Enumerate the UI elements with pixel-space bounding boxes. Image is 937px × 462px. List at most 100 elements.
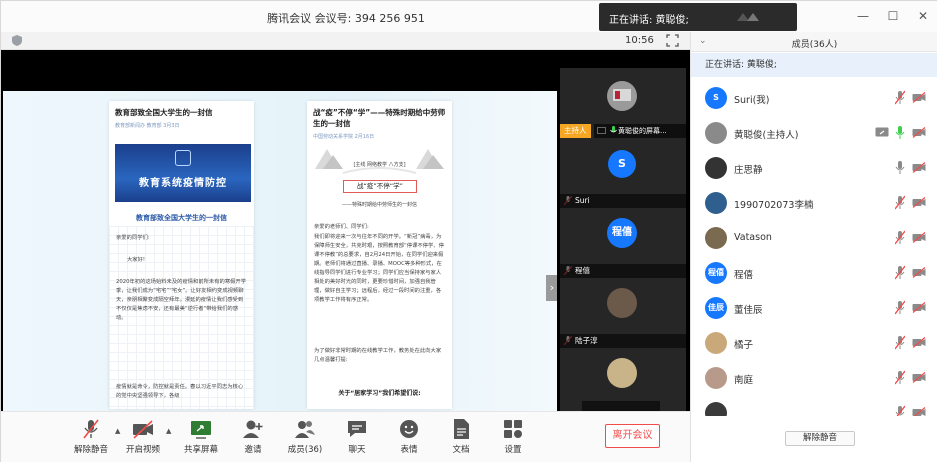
member-row[interactable]: 橘子 [691,326,937,360]
doc1-paragraph-1: 2020年初的这场始料未及的疫情和前所未有的寒假开学季，让我们成为“宅宅”“宅女… [116,279,247,321]
window-controls: — ☐ ✕ [856,9,930,23]
share-screen-label: 共享屏幕 [183,445,218,455]
doc1-meta: 教育部新闻办 教育部 3月3日 [115,123,180,129]
mic-muted-icon[interactable] [895,405,905,416]
mic-active-icon [610,126,617,133]
document-icon [454,419,469,439]
member-avatar: 佳辰 [705,297,727,319]
member-row[interactable] [691,396,937,416]
camera-off-icon[interactable] [912,92,926,103]
fullscreen-icon[interactable] [666,34,679,47]
camera-off-icon [133,420,153,439]
member-name: Vatason [734,232,772,243]
camera-off-icon[interactable] [912,127,926,138]
member-name: 庄思静 [734,165,763,176]
member-avatar [705,122,727,144]
meeting-title: 腾讯会议 会议号: 394 256 951 [267,12,425,25]
member-avatar [705,402,727,416]
doc2-bottom-heading: 关于“居家学习”我们希望们说: [338,390,421,397]
doc1-subheading: 教育部致全国大学生的一封信 [136,214,227,222]
video-tile-chengxi[interactable]: 程僖 程僖 [560,208,686,278]
member-avatar [705,192,727,214]
video-tile-host[interactable]: 主持人 黄聪俊的屏幕... [560,68,686,138]
mic-muted-icon[interactable] [895,265,905,280]
member-row[interactable]: 1990702073李楠 [691,186,937,220]
camera-off-icon[interactable] [912,302,926,313]
settings-button[interactable]: 设置 [487,418,539,455]
participant-avatar [607,358,637,388]
doc2-paragraph-1: 我们即将迎来一次与往年不同的开学。“新冠”病毒，为保障师生安全，共克时艰，按照教… [314,234,444,303]
mic-muted-icon[interactable] [895,90,905,105]
settings-label: 设置 [504,445,522,455]
members-button[interactable]: 成员(36) [279,418,331,455]
member-row[interactable]: 黄聪俊(主持人) [691,116,937,150]
add-user-icon [243,420,263,438]
member-avatar: S [705,87,727,109]
unmute-button[interactable]: 解除静音 [65,418,117,455]
unmute-all-button[interactable]: 解除静音 [785,431,855,446]
documents-button[interactable]: 文档 [435,418,487,455]
doc1-paragraph-2: 疫情就是命令，防控就是责任。春以习近平同志为核心的党中央坚强领导下，各级 [116,384,244,399]
video-tile-luzichun[interactable]: 陆子淳 [560,278,686,348]
next-page-arrow-icon[interactable]: › [546,275,557,301]
mic-muted-icon[interactable] [895,335,905,350]
member-row[interactable]: 程僖 程僖 [691,256,937,290]
reactions-button[interactable]: 表情 [383,418,435,455]
mic-muted-icon[interactable] [895,370,905,385]
emblem-icon [175,150,191,166]
minimize-icon[interactable]: — [856,9,870,23]
video-tile-suri[interactable]: S Suri [560,138,686,208]
members-panel-title: 成员(36人) [791,40,838,50]
mic-muted-icon [83,419,99,439]
member-name: Suri(我) [734,95,770,106]
video-strip: 主持人 黄聪俊的屏幕... S Suri 程僖 程僖 陆子淳 [560,68,686,411]
member-row[interactable]: 庄思静 [691,151,937,185]
camera-off-icon[interactable] [912,337,926,348]
mic-active-icon[interactable] [895,125,905,140]
host-avatar [607,81,637,111]
camera-off-icon[interactable] [912,407,926,416]
member-avatar: 程僖 [705,262,727,284]
speaking-toast-text: 正在讲话: 黄聪俊; [609,15,689,26]
document-card-1: 教育部致全国大学生的一封信 教育部新闻办 教育部 3月3日 教育系统疫情防控 教… [109,101,254,409]
host-tile-name: 黄聪俊的屏幕... [618,127,667,135]
member-row[interactable]: 佳辰 董佳辰 [691,291,937,325]
start-video-label: 开启视频 [125,445,160,455]
doc2-paragraph-2: 为了做好非常时期的在线教学工作，教务处在此向大家几点温馨打提: [314,348,442,363]
camera-off-icon[interactable] [912,372,926,383]
leave-meeting-button[interactable]: 离开会议 [605,424,660,448]
doc1-banner: 教育系统疫情防控 [115,144,251,202]
doc2-subline: ——特殊时期给中劳师生的一封信 [341,202,417,208]
video-tile-5[interactable] [560,348,686,411]
member-row[interactable]: Vatason [691,221,937,255]
host-badge: 主持人 [560,124,591,138]
chat-button[interactable]: 聊天 [331,418,383,455]
start-video-button[interactable]: 开启视频 [117,418,169,455]
close-icon[interactable]: ✕ [916,9,930,23]
member-row[interactable]: 南庭 [691,361,937,395]
member-name: 橘子 [734,340,754,351]
invite-button[interactable]: 邀请 [227,418,279,455]
mic-muted-icon[interactable] [895,195,905,210]
camera-off-icon[interactable] [912,197,926,208]
video-options-caret-icon[interactable]: ▲ [166,427,171,435]
suri-tile-label: Suri [560,194,686,208]
speaking-indicator: 正在讲话: 黄聪俊; [691,53,937,77]
members-icon [295,421,315,438]
maximize-icon[interactable]: ☐ [886,9,900,23]
host-tile-label: 黄聪俊的屏幕... [594,124,686,138]
chat-label: 聊天 [348,445,366,455]
member-name: 1990702073李楠 [734,200,814,211]
member-name: 董佳辰 [734,305,763,316]
chengxi-tile-label: 程僖 [560,264,686,278]
camera-off-icon[interactable] [912,162,926,173]
camera-off-icon[interactable] [912,232,926,243]
mic-icon[interactable] [895,160,905,175]
mic-muted-icon[interactable] [895,230,905,245]
stage-header-bar: 10:56 [1,32,690,50]
member-row[interactable]: S Suri(我) [691,81,937,115]
invite-label: 邀请 [244,445,262,455]
share-screen-button[interactable]: 共享屏幕 [175,418,227,455]
mic-muted-icon[interactable] [895,300,905,315]
camera-off-icon[interactable] [912,267,926,278]
